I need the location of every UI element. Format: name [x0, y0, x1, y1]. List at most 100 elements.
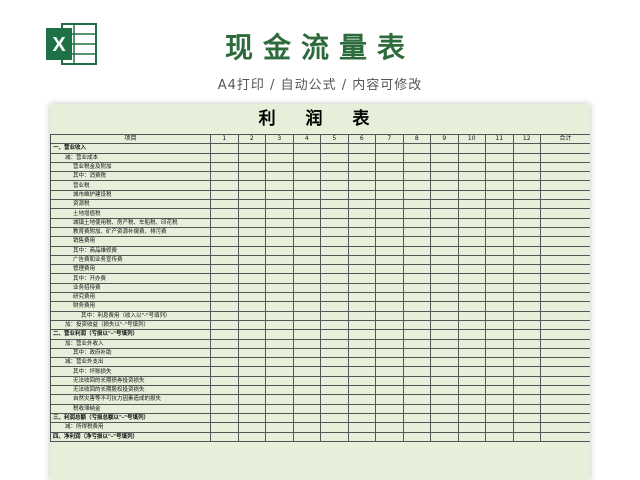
- value-cell[interactable]: [512, 357, 541, 368]
- value-cell[interactable]: [402, 143, 431, 154]
- value-cell[interactable]: [485, 292, 514, 303]
- value-cell[interactable]: [485, 403, 514, 414]
- value-cell[interactable]: [375, 338, 404, 349]
- value-cell[interactable]: [237, 384, 266, 396]
- value-cell[interactable]: [512, 171, 541, 182]
- value-cell[interactable]: [540, 366, 590, 377]
- value-cell[interactable]: [210, 366, 239, 377]
- value-cell[interactable]: [457, 254, 486, 266]
- value-cell[interactable]: [375, 282, 404, 294]
- value-cell[interactable]: [265, 412, 294, 424]
- value-cell[interactable]: [512, 422, 541, 433]
- value-cell[interactable]: [485, 264, 514, 275]
- value-cell[interactable]: [430, 338, 459, 349]
- value-cell[interactable]: [457, 375, 486, 387]
- value-cell[interactable]: [265, 180, 294, 191]
- value-cell[interactable]: [292, 431, 321, 442]
- value-cell[interactable]: [540, 338, 590, 349]
- value-cell[interactable]: [237, 208, 266, 219]
- value-cell[interactable]: [512, 366, 541, 377]
- value-cell[interactable]: [292, 384, 321, 396]
- value-cell[interactable]: [320, 282, 349, 294]
- value-cell[interactable]: [430, 310, 459, 321]
- value-cell[interactable]: [402, 422, 431, 433]
- value-cell[interactable]: [347, 338, 376, 349]
- value-cell[interactable]: [402, 403, 431, 414]
- value-cell[interactable]: [320, 384, 349, 396]
- value-cell[interactable]: [402, 412, 431, 424]
- value-cell[interactable]: [402, 199, 431, 210]
- value-cell[interactable]: [375, 189, 404, 201]
- value-cell[interactable]: [540, 208, 590, 219]
- value-cell[interactable]: [485, 431, 514, 442]
- value-cell[interactable]: [347, 236, 376, 247]
- value-cell[interactable]: [457, 226, 486, 238]
- value-cell[interactable]: [237, 245, 266, 256]
- value-cell[interactable]: [265, 403, 294, 414]
- value-cell[interactable]: [210, 245, 239, 256]
- value-cell[interactable]: [375, 394, 404, 405]
- value-cell[interactable]: [457, 310, 486, 321]
- value-cell[interactable]: [210, 403, 239, 414]
- value-cell[interactable]: [320, 329, 349, 340]
- value-cell[interactable]: [540, 384, 590, 396]
- value-cell[interactable]: [430, 180, 459, 191]
- value-cell[interactable]: [347, 217, 376, 228]
- value-cell[interactable]: [347, 282, 376, 294]
- value-cell[interactable]: [320, 431, 349, 442]
- value-cell[interactable]: [402, 319, 431, 331]
- value-cell[interactable]: [540, 422, 590, 433]
- value-cell[interactable]: [292, 301, 321, 312]
- value-cell[interactable]: [512, 292, 541, 303]
- value-cell[interactable]: [265, 273, 294, 284]
- value-cell[interactable]: [320, 338, 349, 349]
- value-cell[interactable]: [347, 143, 376, 154]
- value-cell[interactable]: [347, 301, 376, 312]
- value-cell[interactable]: [430, 273, 459, 284]
- value-cell[interactable]: [265, 254, 294, 266]
- value-cell[interactable]: [265, 199, 294, 210]
- value-cell[interactable]: [430, 319, 459, 331]
- value-cell[interactable]: [320, 422, 349, 433]
- value-cell[interactable]: [347, 245, 376, 256]
- value-cell[interactable]: [512, 338, 541, 349]
- value-cell[interactable]: [457, 143, 486, 154]
- value-cell[interactable]: [430, 171, 459, 182]
- value-cell[interactable]: [485, 254, 514, 266]
- value-cell[interactable]: [485, 375, 514, 387]
- value-cell[interactable]: [237, 254, 266, 266]
- value-cell[interactable]: [540, 180, 590, 191]
- value-cell[interactable]: [210, 171, 239, 182]
- value-cell[interactable]: [237, 189, 266, 201]
- value-cell[interactable]: [237, 347, 266, 359]
- value-cell[interactable]: [430, 384, 459, 396]
- value-cell[interactable]: [485, 161, 514, 173]
- value-cell[interactable]: [540, 329, 590, 340]
- value-cell[interactable]: [457, 189, 486, 201]
- value-cell[interactable]: [292, 236, 321, 247]
- value-cell[interactable]: [210, 310, 239, 321]
- value-cell[interactable]: [292, 199, 321, 210]
- value-cell[interactable]: [265, 264, 294, 275]
- value-cell[interactable]: [485, 143, 514, 154]
- value-cell[interactable]: [347, 199, 376, 210]
- value-cell[interactable]: [320, 394, 349, 405]
- value-cell[interactable]: [320, 236, 349, 247]
- value-cell[interactable]: [457, 282, 486, 294]
- value-cell[interactable]: [457, 171, 486, 182]
- value-cell[interactable]: [320, 226, 349, 238]
- value-cell[interactable]: [512, 199, 541, 210]
- value-cell[interactable]: [210, 319, 239, 331]
- value-cell[interactable]: [457, 217, 486, 228]
- value-cell[interactable]: [265, 394, 294, 405]
- value-cell[interactable]: [540, 310, 590, 321]
- value-cell[interactable]: [237, 375, 266, 387]
- value-cell[interactable]: [237, 171, 266, 182]
- value-cell[interactable]: [540, 199, 590, 210]
- value-cell[interactable]: [265, 152, 294, 163]
- value-cell[interactable]: [237, 152, 266, 163]
- value-cell[interactable]: [512, 384, 541, 396]
- value-cell[interactable]: [347, 161, 376, 173]
- value-cell[interactable]: [320, 245, 349, 256]
- value-cell[interactable]: [540, 189, 590, 201]
